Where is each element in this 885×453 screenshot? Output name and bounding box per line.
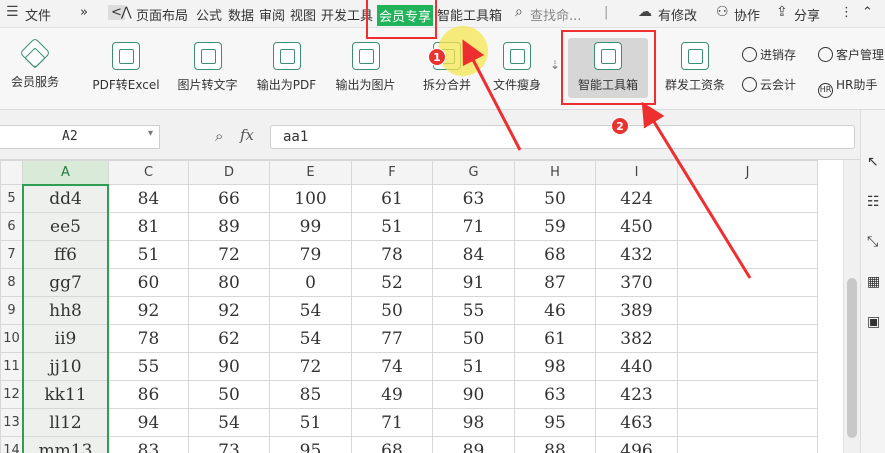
- annotation-arrows: [462, 39, 752, 279]
- step-badge-2: 2: [611, 117, 629, 135]
- arrow-2: [641, 101, 752, 279]
- arrow-1: [462, 39, 522, 151]
- step-badge-1: 1: [428, 48, 446, 66]
